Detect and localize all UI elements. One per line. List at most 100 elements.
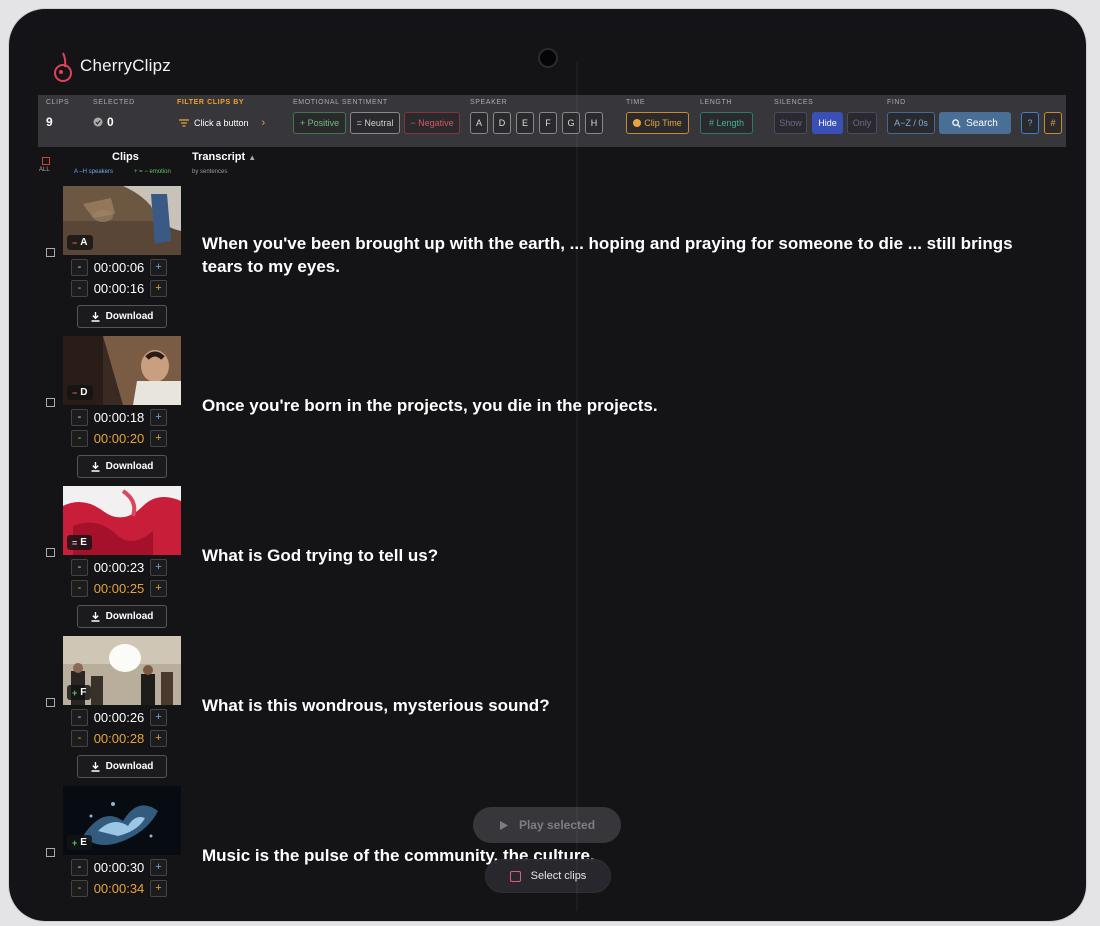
end-decrement-button[interactable]: -	[71, 579, 88, 597]
end-decrement-button[interactable]: -	[71, 729, 88, 747]
clip-checkbox[interactable]	[46, 548, 55, 557]
filter-label: FILTER CLIPS BY	[177, 99, 245, 106]
clip-thumbnail[interactable]: − A	[63, 186, 181, 255]
speaker-d-button[interactable]: D	[493, 112, 511, 134]
selected-count: 0	[93, 115, 114, 129]
clips-count-value: 9	[46, 115, 53, 129]
start-increment-button[interactable]: +	[150, 708, 167, 726]
end-decrement-button[interactable]: -	[71, 429, 88, 447]
start-decrement-button[interactable]: -	[71, 708, 88, 726]
download-button[interactable]: Download	[77, 605, 167, 628]
find-label: FIND	[887, 99, 906, 106]
clips-count-label: CLIPS	[46, 99, 70, 106]
end-increment-button[interactable]: +	[150, 579, 167, 597]
app-logo[interactable]: CherryClipz	[52, 51, 171, 82]
check-circle-icon	[93, 117, 103, 127]
end-time: 00:00:16	[93, 280, 145, 296]
end-increment-button[interactable]: +	[150, 879, 167, 897]
positive-filter-button[interactable]: + Positive	[293, 112, 346, 134]
download-label: Download	[105, 761, 154, 772]
camera-notch	[538, 48, 558, 68]
clip-checkbox[interactable]	[46, 398, 55, 407]
download-button[interactable]: Download	[77, 755, 167, 778]
start-time-control: - 00:00:30 +	[71, 858, 167, 876]
silences-only-button[interactable]: Only	[847, 112, 877, 134]
clip-thumbnail[interactable]: = E	[63, 486, 181, 555]
play-icon	[499, 820, 508, 830]
sort-az-button[interactable]: A−Z / 0s	[887, 112, 935, 134]
cherry-icon	[52, 51, 72, 82]
time-label: TIME	[626, 99, 646, 106]
clip-thumbnail[interactable]: + E	[63, 786, 181, 855]
start-increment-button[interactable]: +	[150, 558, 167, 576]
transcript-sentence[interactable]: When you've been brought up with the ear…	[202, 232, 1052, 278]
end-increment-button[interactable]: +	[150, 429, 167, 447]
clip-thumbnail[interactable]: + F	[63, 636, 181, 705]
start-decrement-button[interactable]: -	[71, 858, 88, 876]
start-increment-button[interactable]: +	[150, 858, 167, 876]
speaker-e-button[interactable]: E	[516, 112, 534, 134]
end-increment-button[interactable]: +	[150, 729, 167, 747]
start-decrement-button[interactable]: -	[71, 408, 88, 426]
filter-button[interactable]: Click a button ›	[179, 117, 265, 129]
select-all-checkbox[interactable]	[42, 157, 50, 165]
clip-row: = E - 00:00:23 + - 00:00:25 + Download Wh…	[38, 486, 1058, 636]
neutral-filter-button[interactable]: = Neutral	[350, 112, 400, 134]
download-icon	[91, 611, 100, 622]
download-button[interactable]: Download	[77, 455, 167, 478]
search-button-label: Search	[966, 117, 998, 129]
start-decrement-button[interactable]: -	[71, 558, 88, 576]
end-time-control: - 00:00:16 +	[71, 279, 167, 297]
negative-filter-button[interactable]: − Negative	[404, 112, 460, 134]
speaker-a-button[interactable]: A	[470, 112, 488, 134]
end-increment-button[interactable]: +	[150, 279, 167, 297]
speaker-letter: E	[80, 837, 87, 848]
clip-row: − D - 00:00:18 + - 00:00:20 + Download On…	[38, 336, 1058, 486]
end-decrement-button[interactable]: -	[71, 879, 88, 897]
length-button[interactable]: # Length	[700, 112, 753, 134]
speaker-f-button[interactable]: F	[539, 112, 557, 134]
download-icon	[91, 461, 100, 472]
filter-lines-icon	[179, 119, 189, 127]
transcript-sub-label: by sentences	[192, 169, 228, 175]
play-selected-button[interactable]: Play selected	[473, 807, 621, 843]
silences-hide-button[interactable]: Hide	[812, 112, 843, 134]
hash-button[interactable]: #	[1044, 112, 1062, 134]
clip-checkbox[interactable]	[46, 698, 55, 707]
download-button[interactable]: Download	[77, 305, 167, 328]
end-time-control: - 00:00:28 +	[71, 729, 167, 747]
start-time: 00:00:18	[93, 409, 145, 425]
search-button[interactable]: Search	[939, 112, 1011, 134]
toolbar: CLIPS 9 SELECTED 0 FILTER CLIPS BY Click…	[38, 95, 1066, 147]
emotion-symbol: =	[72, 537, 78, 548]
search-icon	[952, 118, 961, 128]
clip-checkbox[interactable]	[46, 248, 55, 257]
speaker-h-button[interactable]: H	[585, 112, 603, 134]
clip-time-button[interactable]: Clip Time	[626, 112, 689, 134]
device-frame: CherryClipz CLIPS 9 SELECTED 0 FILTER CL…	[9, 9, 1086, 921]
start-increment-button[interactable]: +	[150, 258, 167, 276]
select-clips-button[interactable]: Select clips	[485, 859, 611, 893]
transcript-header-label: Transcript	[192, 151, 246, 163]
start-decrement-button[interactable]: -	[71, 258, 88, 276]
download-label: Download	[105, 311, 154, 322]
silences-show-button[interactable]: Show	[774, 112, 807, 134]
sort-caret-icon: ▲	[248, 153, 257, 162]
end-time: 00:00:28	[93, 730, 145, 746]
silences-label: SILENCES	[774, 99, 814, 106]
transcript-sentence[interactable]: What is God trying to tell us?	[202, 544, 1052, 567]
clip-checkbox[interactable]	[46, 848, 55, 857]
speakers-hint: A –H speakers	[74, 169, 114, 175]
start-time: 00:00:23	[93, 559, 145, 575]
end-decrement-button[interactable]: -	[71, 279, 88, 297]
transcript-column-header[interactable]: Transcript ▲	[192, 151, 256, 163]
sentiment-label: EMOTIONAL SENTIMENT	[293, 99, 388, 106]
transcript-sentence[interactable]: Once you're born in the projects, you di…	[202, 394, 1052, 417]
emotion-symbol: −	[72, 387, 78, 398]
start-increment-button[interactable]: +	[150, 408, 167, 426]
transcript-sentence[interactable]: Music is the pulse of the community, the…	[202, 844, 1052, 867]
clip-thumbnail[interactable]: − D	[63, 336, 181, 405]
emotion-symbol: +	[72, 837, 78, 848]
help-button[interactable]: ?	[1021, 112, 1039, 134]
transcript-sentence[interactable]: What is this wondrous, mysterious sound?	[202, 694, 1052, 717]
